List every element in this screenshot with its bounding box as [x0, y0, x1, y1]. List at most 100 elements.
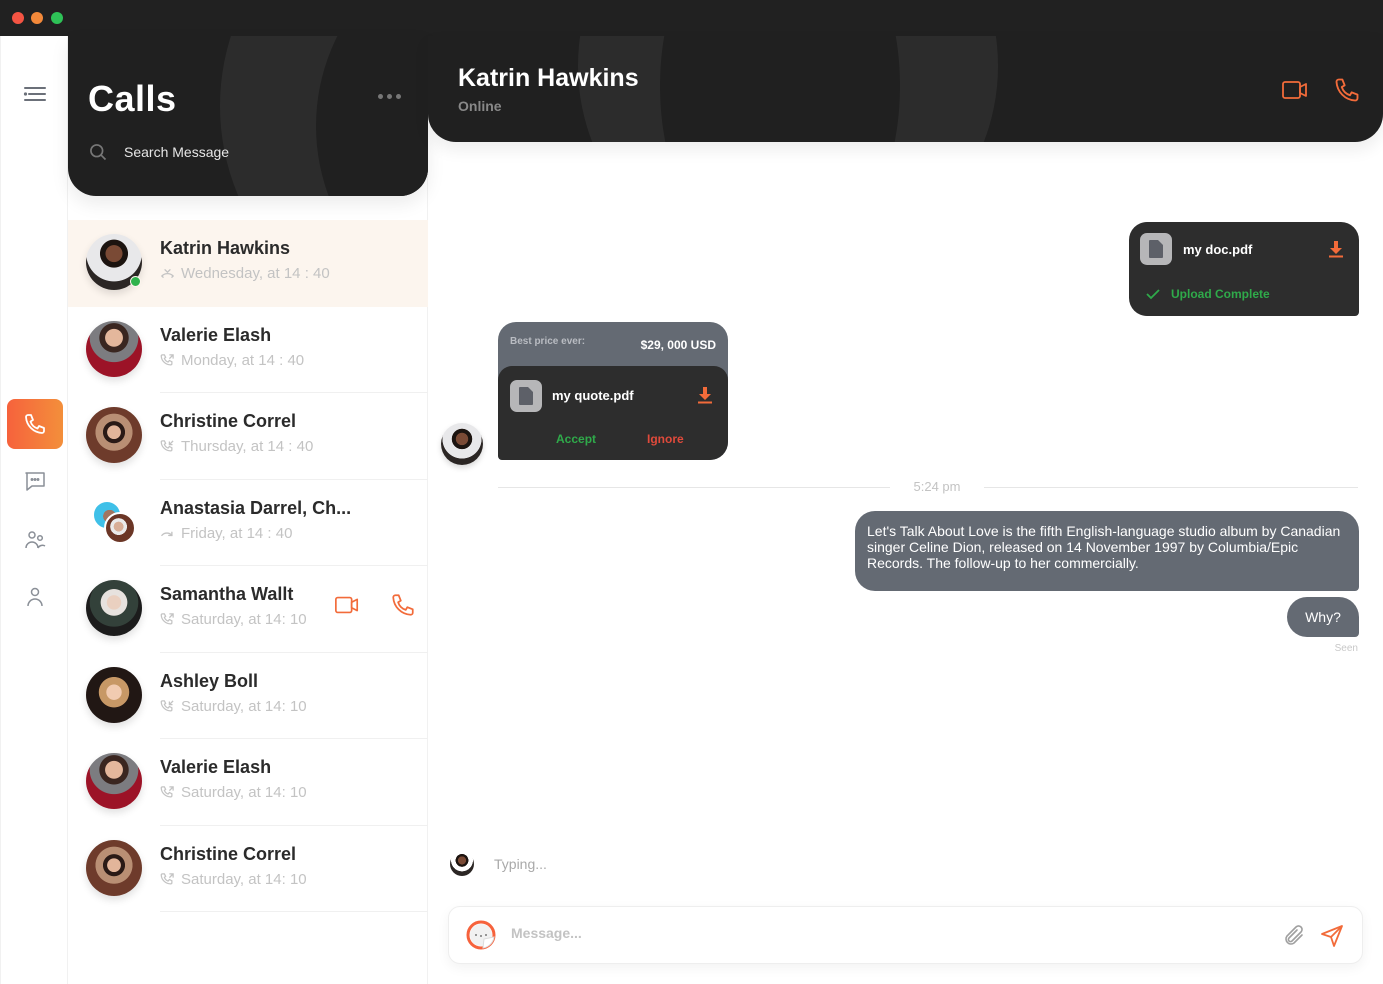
call-list: Katrin Hawkins Wednesday, at 14 : 40 Val… [68, 220, 428, 912]
message-composer [448, 906, 1363, 964]
send-icon[interactable] [1320, 924, 1344, 948]
avatar [86, 320, 142, 377]
download-icon[interactable] [696, 386, 714, 404]
menu-button[interactable] [7, 70, 63, 120]
phone-icon [25, 414, 45, 434]
call-list-item[interactable]: Samantha Wallt Saturday, at 14: 10 [68, 566, 428, 653]
call-meta: Saturday, at 14: 10 [160, 871, 307, 888]
call-time: Saturday, at 14: 10 [181, 611, 307, 628]
accept-button[interactable]: Accept [556, 432, 596, 446]
video-call-icon[interactable] [334, 592, 360, 618]
paperclip-icon[interactable] [1282, 924, 1306, 948]
avatar [86, 580, 142, 636]
file-message-bubble: my doc.pdf Upload Complete [1129, 222, 1359, 316]
avatar [86, 666, 142, 723]
call-list-item[interactable]: Katrin Hawkins Wednesday, at 14 : 40 [68, 220, 428, 307]
upload-status: Upload Complete [1145, 286, 1270, 302]
upload-status-text: Upload Complete [1171, 287, 1270, 301]
user-icon [27, 587, 43, 607]
avatar [86, 753, 142, 809]
time-divider: 5:24 pm [498, 478, 1358, 496]
chat-status: Online [458, 98, 502, 114]
chat-header: Katrin Hawkins Online [428, 36, 1383, 142]
outgoing-call-icon [160, 613, 174, 625]
call-time: Saturday, at 14: 10 [181, 870, 307, 888]
nav-calls-button[interactable] [7, 399, 63, 449]
message-bubble: Why? [1287, 597, 1359, 637]
call-list-item[interactable]: Valerie Elash Saturday, at 14: 10 [68, 739, 428, 826]
window-maximize-button[interactable] [51, 12, 63, 24]
search-icon [90, 144, 107, 161]
forwarded-call-icon [161, 531, 173, 536]
group-icon [25, 531, 46, 549]
contact-name: Anastasia Darrel, Ch... [160, 497, 352, 518]
typing-indicator: Typing... [450, 852, 547, 876]
window-close-button[interactable] [12, 12, 24, 24]
ignore-button[interactable]: Ignore [647, 432, 684, 446]
call-meta: Saturday, at 14: 10 [160, 698, 307, 715]
row-actions [334, 592, 416, 618]
message-input[interactable] [511, 925, 1271, 941]
nav-rail [0, 36, 68, 984]
document-icon [519, 387, 533, 405]
nav-contacts-button[interactable] [7, 515, 63, 565]
call-list-item[interactable]: Ashley Boll Saturday, at 14: 10 [68, 653, 428, 739]
avatar [86, 407, 142, 463]
call-list-item[interactable]: Anastasia Darrel, Ch... Friday, at 14 : … [68, 480, 428, 566]
call-meta: Saturday, at 14: 10 [160, 611, 307, 628]
divider [984, 487, 1358, 488]
phone-icon[interactable] [1333, 76, 1361, 104]
nav-profile-button[interactable] [7, 572, 63, 622]
more-dot-icon [396, 93, 401, 99]
quote-message-bubble: Best price ever: $29, 000 USD my quote.p… [498, 322, 728, 460]
more-dot-icon [387, 93, 392, 99]
call-meta: Thursday, at 14 : 40 [160, 438, 313, 455]
incoming-call-icon [160, 440, 174, 452]
call-list-item[interactable]: Christine Correl Thursday, at 14 : 40 [68, 393, 428, 480]
outgoing-call-icon [160, 353, 174, 366]
contact-name: Christine Correl [160, 411, 297, 431]
call-meta: Friday, at 14 : 40 [160, 525, 292, 542]
header-decoration [316, 36, 428, 196]
video-call-icon[interactable] [1281, 76, 1309, 104]
call-meta: Wednesday, at 14 : 40 [160, 265, 330, 282]
sender-avatar [441, 423, 483, 465]
chat-contact-name: Katrin Hawkins [458, 64, 639, 92]
call-time: Monday, at 14 : 40 [181, 351, 305, 369]
file-name: my doc.pdf [1183, 242, 1253, 257]
typing-text: Typing... [494, 856, 547, 872]
nav-messages-button[interactable] [7, 456, 63, 506]
call-list-item[interactable]: Valerie Elash Monday, at 14 : 40 [68, 307, 428, 393]
download-icon[interactable] [1327, 240, 1345, 258]
avatar [86, 839, 142, 896]
window-titlebar [0, 0, 1383, 36]
call-meta: Saturday, at 14: 10 [160, 784, 307, 801]
check-icon [1146, 289, 1160, 300]
seen-status: Seen [1334, 643, 1358, 654]
file-icon [1140, 233, 1172, 265]
contact-name: Christine Correl [160, 843, 297, 864]
group-avatar [92, 499, 140, 548]
contact-name: Katrin Hawkins [160, 238, 291, 258]
chat-header-actions [1281, 76, 1361, 104]
contact-name: Samantha Wallt [160, 584, 294, 604]
missed-call-icon [161, 269, 174, 278]
phone-icon[interactable] [390, 592, 416, 618]
quote-file-card: my quote.pdf Accept Ignore [498, 366, 728, 460]
sticker-icon[interactable] [465, 919, 497, 951]
divider [498, 487, 890, 488]
call-list-item[interactable]: Christine Correl Saturday, at 14: 10 [68, 826, 428, 912]
search-input[interactable] [124, 144, 384, 160]
call-time: Friday, at 14 : 40 [181, 524, 293, 542]
calls-header: Calls [68, 36, 428, 196]
chat-icon [25, 472, 45, 491]
online-indicator [130, 276, 141, 287]
more-options-button[interactable] [378, 88, 408, 104]
call-meta: Monday, at 14 : 40 [160, 352, 304, 369]
quote-price: $29, 000 USD [640, 338, 716, 352]
outgoing-call-icon [160, 872, 174, 885]
header-decoration [660, 36, 900, 142]
window-minimize-button[interactable] [31, 12, 43, 24]
avatar [104, 511, 136, 544]
call-time: Thursday, at 14 : 40 [181, 438, 314, 455]
